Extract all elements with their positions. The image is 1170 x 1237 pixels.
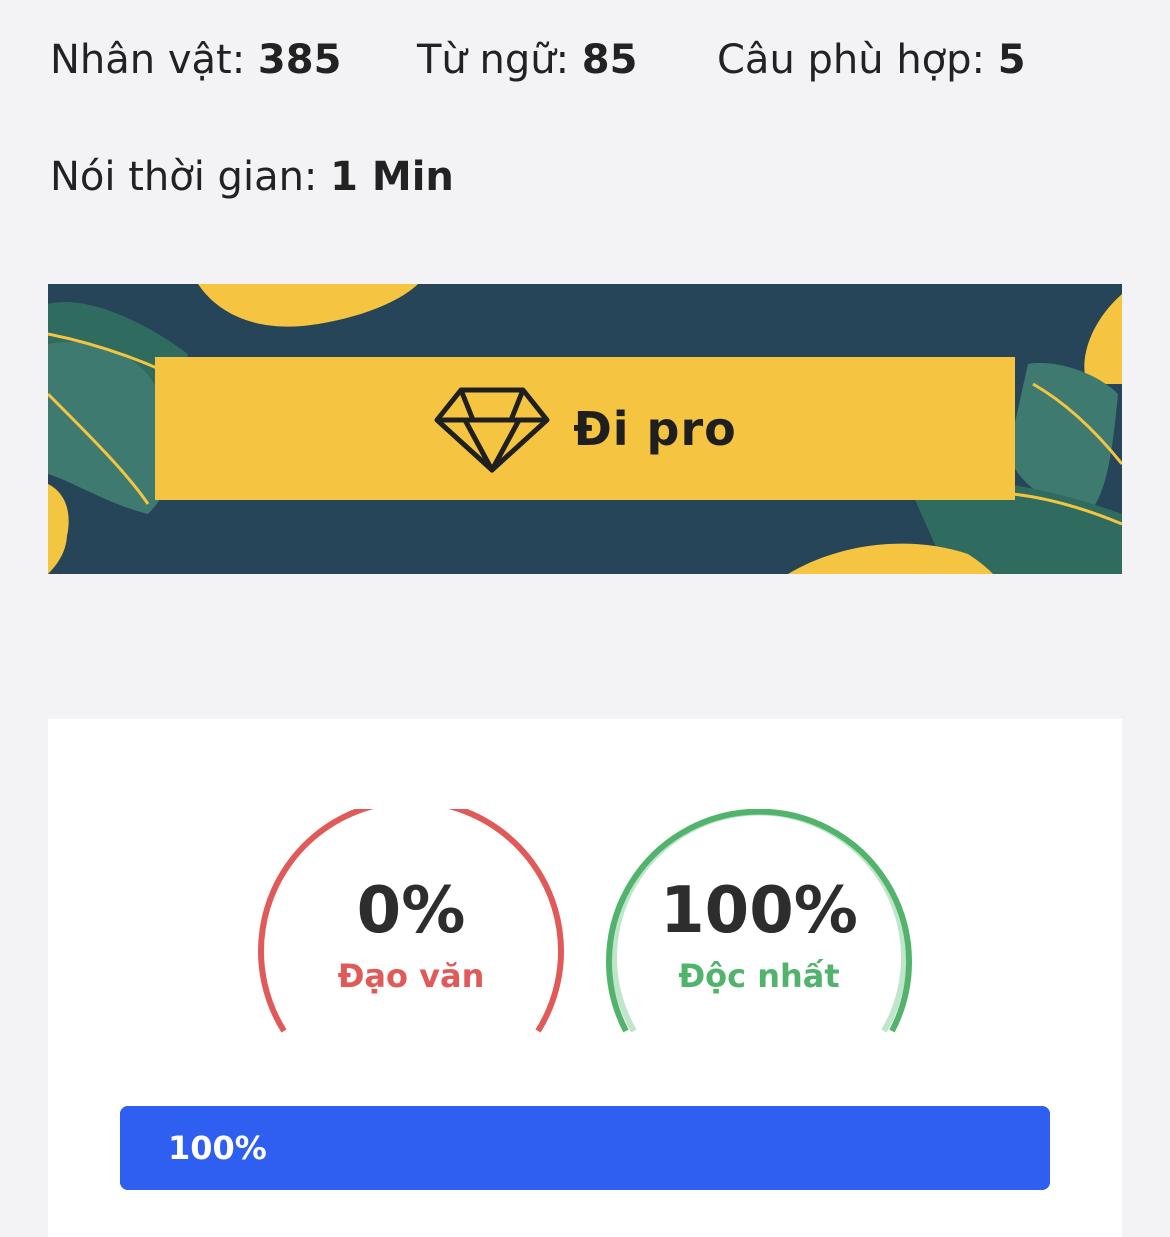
- plagiarism-result-card: 0% Đạo văn 100% Độc nhất 100%: [48, 719, 1122, 1237]
- go-pro-banner: Đi pro: [48, 284, 1122, 574]
- progress-percent: 100%: [168, 1129, 267, 1167]
- sentence-count: Câu phù hợp: 5: [717, 37, 1026, 83]
- go-pro-button[interactable]: Đi pro: [155, 357, 1015, 500]
- plagiarism-percent: 0%: [356, 874, 466, 948]
- speaking-time-value: 1 Min: [330, 154, 454, 200]
- check-progress-bar: 100%: [120, 1106, 1050, 1190]
- unique-gauge: 100% Độc nhất: [604, 809, 914, 1039]
- sentence-count-value: 5: [997, 37, 1026, 83]
- unique-label: Độc nhất: [678, 957, 840, 995]
- character-count: Nhân vật: 385: [50, 37, 342, 83]
- diamond-icon: [434, 387, 550, 472]
- plagiarism-label: Đạo văn: [337, 957, 485, 995]
- go-pro-label: Đi pro: [573, 401, 737, 456]
- plagiarism-gauge: 0% Đạo văn: [256, 809, 566, 1039]
- unique-percent: 100%: [660, 874, 858, 948]
- word-count-value: 85: [581, 37, 638, 83]
- character-count-value: 385: [257, 37, 342, 83]
- word-count: Từ ngữ: 85: [417, 37, 638, 83]
- speaking-time: Nói thời gian: 1 Min: [50, 154, 454, 200]
